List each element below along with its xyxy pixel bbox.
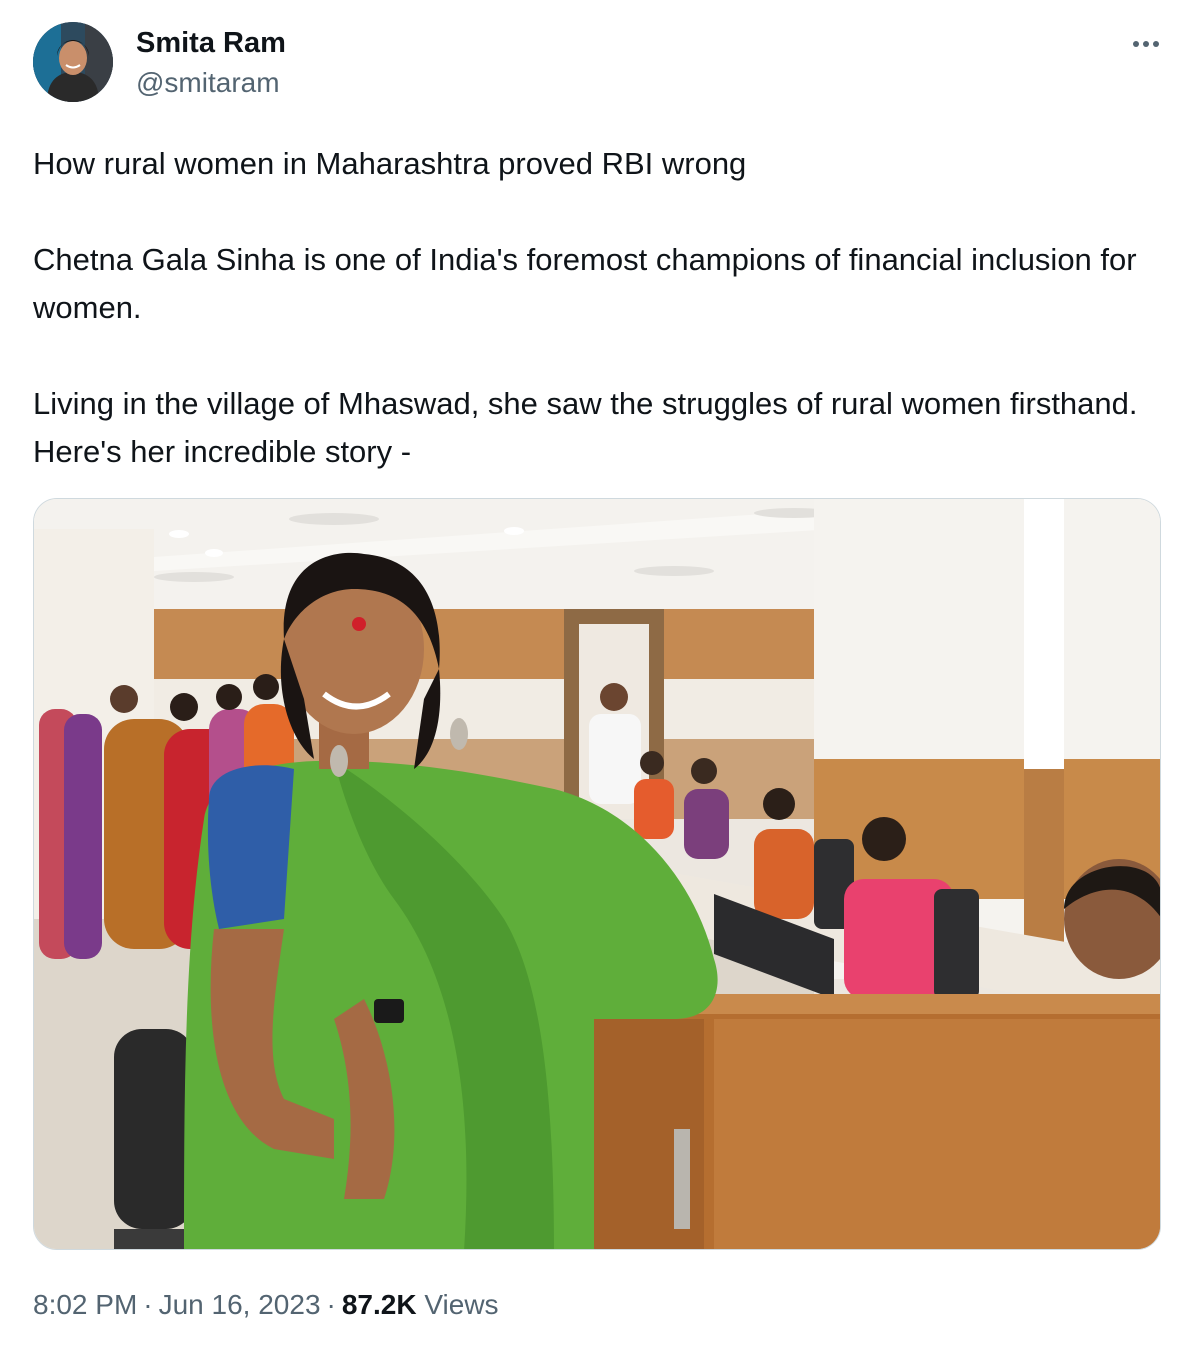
tweet-time[interactable]: 8:02 PM xyxy=(33,1289,137,1320)
views-count[interactable]: 87.2K xyxy=(342,1289,417,1320)
tweet-paragraph: Chetna Gala Sinha is one of India's fore… xyxy=(33,242,1146,325)
tweet-paragraph: How rural women in Maharashtra proved RB… xyxy=(33,146,747,181)
meta-separator: · xyxy=(326,1289,336,1320)
tweet-text: How rural women in Maharashtra proved RB… xyxy=(33,140,1153,476)
views-label[interactable]: Views xyxy=(424,1289,498,1320)
wooden-desk xyxy=(584,994,1160,1249)
tweet-card: Smita Ram @smitaram How rural women in M… xyxy=(0,0,1196,1354)
author-name[interactable]: Smita Ram xyxy=(136,26,286,60)
office-scene-image xyxy=(34,499,1160,1249)
more-options-button[interactable] xyxy=(1124,26,1168,62)
meta-separator: · xyxy=(143,1289,153,1320)
tweet-paragraph: Living in the village of Mhaswad, she sa… xyxy=(33,386,1147,469)
avatar[interactable] xyxy=(33,22,113,102)
more-horizontal-icon xyxy=(1133,41,1159,47)
tweet-date[interactable]: Jun 16, 2023 xyxy=(159,1289,321,1320)
tweet-media-photo[interactable] xyxy=(33,498,1161,1250)
author-handle[interactable]: @smitaram xyxy=(136,66,280,100)
avatar-photo xyxy=(33,22,113,102)
tweet-meta: 8:02 PM · Jun 16, 2023 · 87.2K Views xyxy=(33,1285,499,1325)
